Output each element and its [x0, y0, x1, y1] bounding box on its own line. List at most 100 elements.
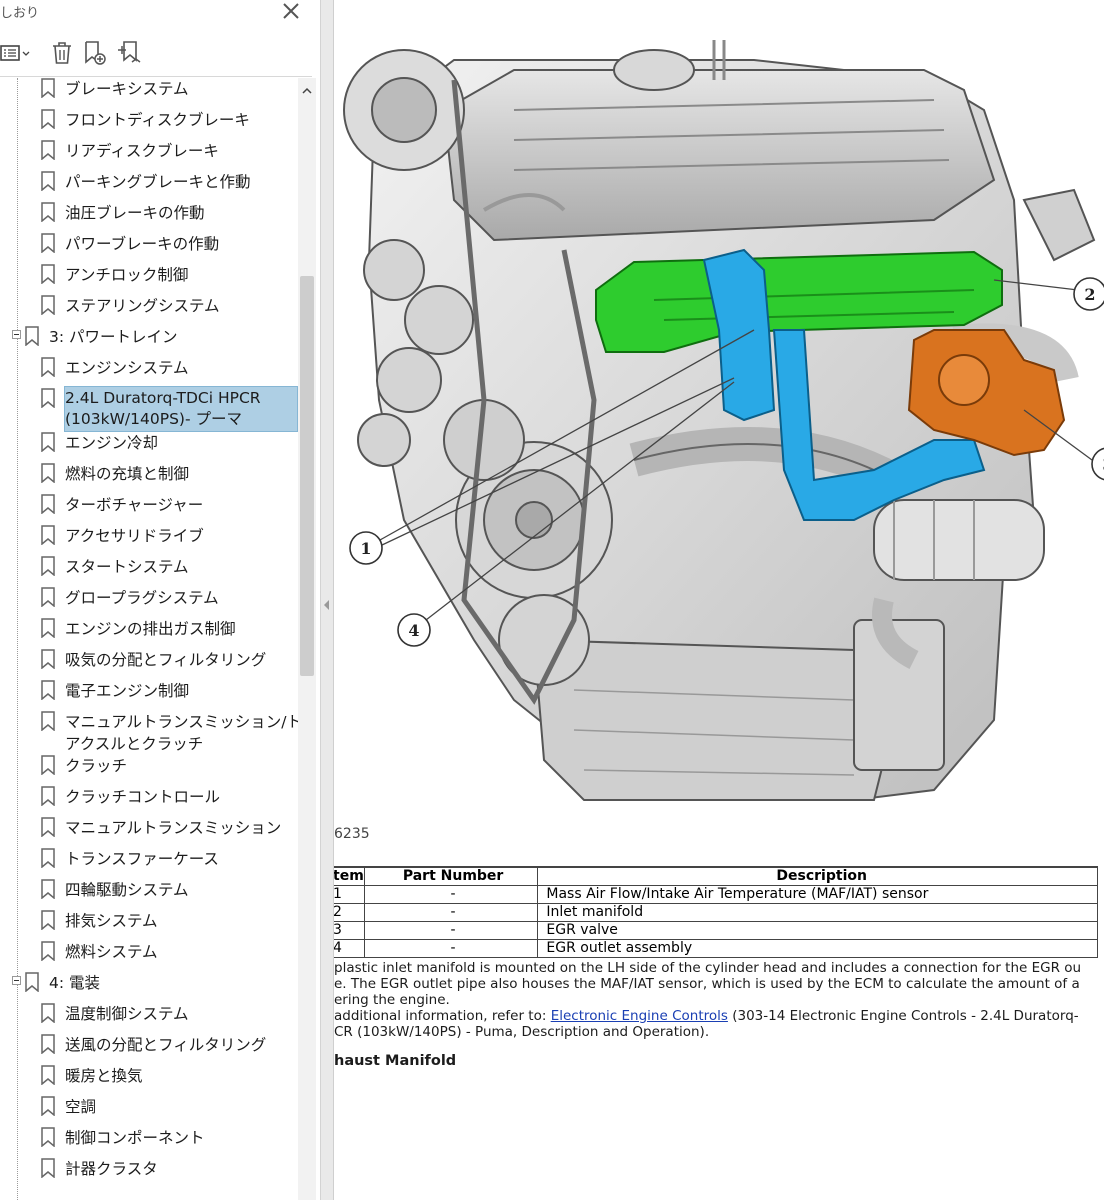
row-part: -	[363, 921, 539, 940]
expand-toggle-icon[interactable]	[12, 976, 21, 985]
row-item: 2	[334, 903, 365, 922]
bookmark-label: ステアリングシステム	[65, 297, 220, 315]
table-row: 1 - Mass Air Flow/Intake Air Temperature…	[334, 885, 1098, 904]
body-text-line: e. The EGR outlet pipe also houses the M…	[334, 976, 1080, 992]
row-desc: EGR valve	[537, 921, 1098, 940]
bookmark-icon	[41, 848, 55, 868]
bookmark-label: パーキングブレーキと作動	[65, 173, 251, 191]
bookmark-icon	[41, 618, 55, 638]
bookmark-label: アクセサリドライブ	[65, 527, 204, 545]
bookmark-icon	[41, 78, 55, 98]
options-button[interactable]	[0, 40, 32, 66]
bookmark-icon	[41, 233, 55, 253]
row-desc: Inlet manifold	[537, 903, 1098, 922]
bookmark-icon	[41, 1096, 55, 1116]
callout-4: 4	[397, 613, 431, 647]
bookmark-label: トランスファーケース	[65, 850, 219, 868]
callout-3: 3	[1091, 447, 1104, 481]
bookmark-icon	[41, 1158, 55, 1178]
tree-guide-line	[17, 78, 18, 1200]
reference-prefix: additional information, refer to:	[334, 1008, 551, 1024]
bookmark-icon	[41, 1034, 55, 1054]
row-part: -	[363, 903, 539, 922]
delete-bookmark-button[interactable]	[50, 40, 74, 66]
bookmark-label: ブレーキシステム	[65, 80, 189, 98]
body-text-line: plastic inlet manifold is mounted on the…	[334, 960, 1082, 976]
bookmark-icon	[41, 109, 55, 129]
bookmark-icon	[41, 1127, 55, 1147]
row-item: 4	[334, 939, 365, 958]
bookmark-label: パワーブレーキの作動	[65, 235, 220, 253]
bookmark-icon	[41, 587, 55, 607]
bookmark-icon	[41, 649, 55, 669]
bookmark-label: 燃料システム	[65, 943, 158, 961]
bookmark-icon	[25, 326, 39, 346]
bookmarks-toolbar	[0, 36, 320, 70]
bookmark-label: グロープラグシステム	[65, 589, 219, 607]
bookmark-label: 制御コンポーネント	[65, 1129, 205, 1147]
collapse-arrow-icon[interactable]	[323, 596, 331, 610]
bookmark-label: 3: パワートレイン	[49, 328, 178, 346]
bookmark-icon	[41, 910, 55, 930]
new-bookmark-button[interactable]	[82, 40, 108, 66]
table-row: 3 - EGR valve	[334, 921, 1098, 940]
bookmark-icon	[41, 525, 55, 545]
col-description: Description	[537, 866, 1098, 886]
scroll-up-button[interactable]	[298, 82, 316, 100]
reference-suffix: (303-14 Electronic Engine Controls - 2.4…	[727, 1008, 1079, 1024]
bookmark-label: 排気システム	[65, 912, 158, 930]
bookmark-label: クラッチコントロール	[65, 788, 221, 806]
bookmark-search-icon	[118, 41, 141, 63]
bookmark-icon	[25, 972, 39, 992]
bookmark-label: リアディスクブレーキ	[65, 142, 219, 160]
list-options-icon	[0, 45, 30, 61]
row-item: 3	[334, 921, 365, 940]
bookmark-label: ターボチャージャー	[65, 496, 204, 514]
bookmark-label: 2.4L Duratorq-TDCi HPCR (103kW/140PS)- プ…	[65, 389, 261, 428]
bookmark-icon	[41, 755, 55, 775]
bookmark-icon	[41, 1065, 55, 1085]
bookmark-label: 暖房と換気	[65, 1067, 143, 1085]
figure-id: 6235	[334, 826, 370, 842]
row-part: -	[363, 885, 539, 904]
add-bookmark-icon	[85, 41, 106, 65]
bookmark-icon	[41, 941, 55, 961]
bookmark-icon	[41, 879, 55, 899]
bookmark-tree: ブレーキシステム フロントディスクブレーキ リアディスクブレーキ パーキングブレーキと…	[0, 78, 298, 1200]
bookmark-icon	[41, 494, 55, 514]
scrollbar-thumb[interactable]	[300, 276, 314, 676]
panel-header: しおり	[0, 0, 320, 26]
bookmark-icon	[41, 556, 55, 576]
chevron-up-icon	[302, 87, 312, 94]
svg-text:4: 4	[408, 621, 419, 640]
egr-valve-motor	[938, 354, 990, 406]
bookmark-icon	[41, 202, 55, 222]
engine-illustration: 1 2 3 4	[343, 40, 1104, 802]
bookmark-label: マニュアルトランスミッション	[65, 819, 282, 837]
bookmark-icon	[41, 357, 55, 377]
bookmark-icon	[41, 140, 55, 160]
find-bookmark-button[interactable]	[116, 40, 146, 66]
row-item: 1	[334, 885, 365, 904]
electronic-engine-controls-link[interactable]: Electronic Engine Controls	[551, 1008, 728, 1024]
row-desc: Mass Air Flow/Intake Air Temperature (MA…	[537, 885, 1098, 904]
bookmark-label: エンジンの排出ガス制御	[65, 620, 236, 638]
parts-table: tem Part Number Description 1 - Mass Air…	[334, 866, 1098, 958]
bookmark-label: エンジン冷却	[65, 434, 159, 452]
bookmark-icon	[41, 786, 55, 806]
expand-toggle-icon[interactable]	[12, 330, 21, 339]
bookmark-label: 4: 電装	[49, 974, 101, 992]
bookmark-label: 温度制御システム	[65, 1005, 189, 1023]
toolbar-divider	[0, 76, 312, 77]
close-icon	[283, 3, 299, 19]
body-text-line: CR (103kW/140PS) - Puma, Description and…	[334, 1024, 710, 1040]
bookmark-icon	[41, 711, 55, 731]
bookmark-icon	[41, 817, 55, 837]
bookmark-label: スタートシステム	[65, 558, 189, 576]
bookmark-label: 送風の分配とフィルタリング	[65, 1036, 267, 1054]
bookmark-label: 油圧ブレーキの作動	[65, 204, 205, 222]
bookmark-icon	[41, 171, 55, 191]
bookmarks-panel: しおり ブレーキシステム フロントディスクブレーキ リアディスクブレーキ パーキ…	[0, 0, 320, 1200]
bookmark-icon	[41, 463, 55, 483]
close-panel-button[interactable]	[280, 0, 302, 22]
